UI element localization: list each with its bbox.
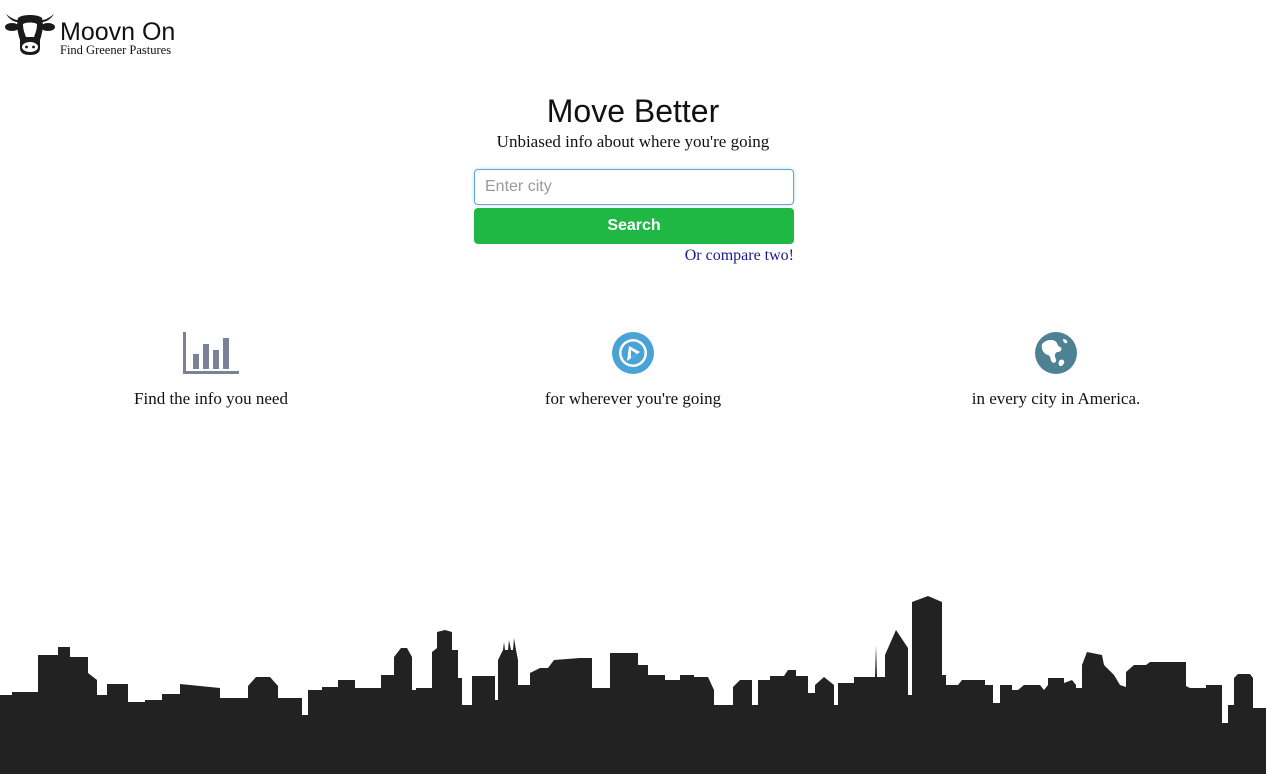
feature-destination: for wherever you're going [483,330,783,410]
page-title: Move Better [546,93,720,129]
feature-coverage: in every city in America. [906,330,1206,410]
page-subtitle: Unbiased info about where you're going [496,132,770,151]
brand-logo[interactable]: Moovn On Find Greener Pastures [4,4,204,58]
feature-coverage-text: in every city in America. [971,389,1141,408]
compare-two-link[interactable]: Or compare two! [474,246,794,266]
city-skyline-silhouette [0,596,1266,774]
cow-head-icon [5,14,55,55]
city-search-input[interactable] [474,169,794,205]
brand-tagline: Find Greener Pastures [60,43,172,57]
globe-icon [1035,332,1077,374]
brand-name: Moovn On [60,18,176,46]
feature-destination-text: for wherever you're going [544,389,722,408]
bar-chart-icon [183,332,239,374]
landing-page: Moovn On Find Greener Pastures Move Bett… [0,0,1266,774]
feature-info-text: Find the info you need [134,389,288,408]
search-button[interactable]: Search [474,208,794,244]
feature-info: Find the info you need [61,330,361,410]
compass-icon [612,332,654,374]
